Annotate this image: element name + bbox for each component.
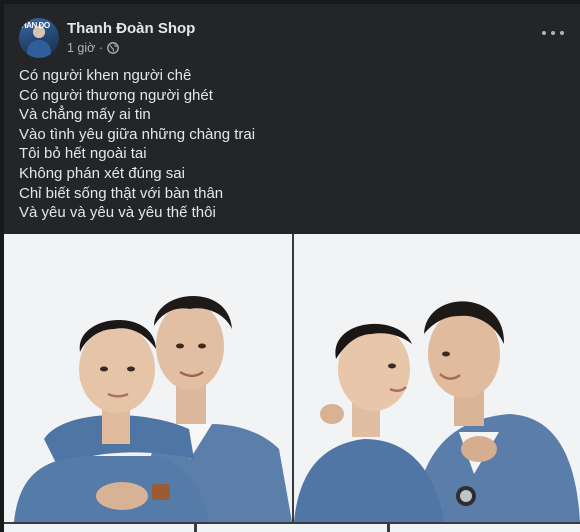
avatar-figure [27, 40, 51, 58]
caption-line: Tôi bỏ hết ngoài tai [19, 145, 147, 163]
photo-thumbnail[interactable] [390, 524, 580, 532]
post-header: HAN ĐO Thanh Đoàn Shop 1 giờ · [4, 4, 580, 64]
caption-line: Chỉ biết sống thật với bàn thân [19, 184, 224, 202]
caption-line: Và chẳng mấy ai tin [19, 106, 151, 124]
caption-line: Và yêu và yêu và yêu thế thôi [19, 204, 216, 222]
globe-icon [107, 42, 119, 54]
more-options-icon[interactable] [542, 26, 564, 40]
photo-thumbnail[interactable] [4, 524, 194, 532]
post-timestamp[interactable]: 1 giờ · [67, 41, 103, 55]
facebook-post: HAN ĐO Thanh Đoàn Shop 1 giờ · Có người … [4, 4, 580, 532]
author-avatar[interactable]: HAN ĐO [19, 18, 59, 58]
post-meta: 1 giờ · [67, 41, 119, 55]
photo-thumbnail[interactable] [197, 524, 387, 532]
photo-grid [4, 234, 580, 532]
post-caption: Có người khen người chê Có người thương … [19, 66, 559, 223]
dot-icon [551, 31, 555, 35]
avatar-logo-text: HAN ĐO [21, 21, 50, 30]
caption-line: Vào tình yêu giữa những chàng trai [19, 125, 256, 143]
caption-line: Có người thương người ghét [19, 86, 213, 104]
photo-two-men-embrace-front[interactable] [4, 234, 292, 522]
photo-two-men-face-to-face[interactable] [294, 234, 580, 522]
more-photos-strip [4, 524, 580, 532]
caption-line: Không phán xét đúng sai [19, 164, 185, 182]
dot-icon [560, 31, 564, 35]
dot-icon [542, 31, 546, 35]
caption-line: Có người khen người chê [19, 67, 192, 84]
author-name[interactable]: Thanh Đoàn Shop [67, 20, 195, 37]
